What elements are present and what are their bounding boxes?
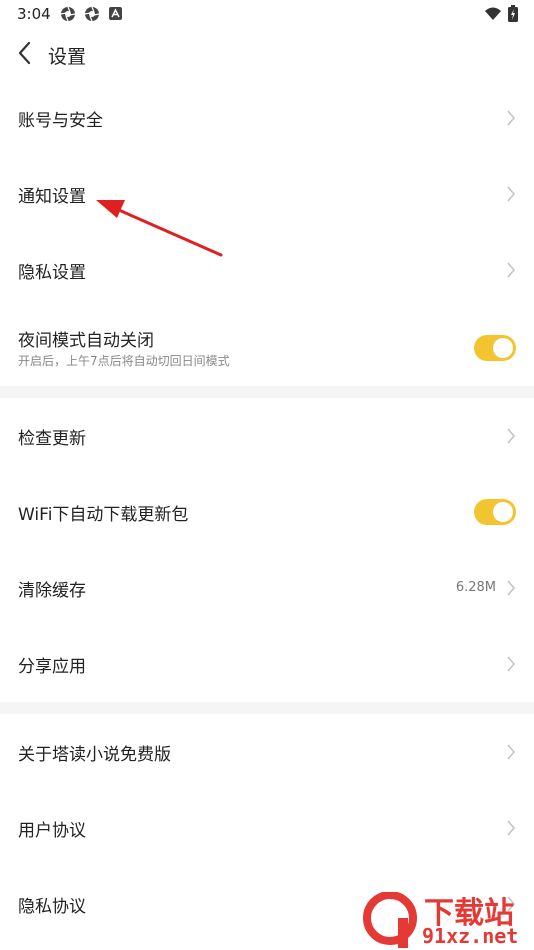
status-bar: 3:04 [0, 0, 534, 28]
chevron-right-icon [507, 262, 516, 278]
row-label: 账号与安全 [18, 111, 103, 131]
battery-icon [508, 5, 518, 22]
row-subtitle: 开启后，上午7点后将自动切回日间模式 [18, 354, 230, 368]
app-header: 设置 [0, 28, 534, 80]
chevron-right-icon [507, 428, 516, 444]
aperture-notification-icon [84, 6, 100, 22]
aperture-notification-icon [60, 6, 76, 22]
page-title: 设置 [48, 46, 87, 68]
row-label: 检查更新 [18, 429, 86, 449]
row-label: 清除缓存 [18, 581, 86, 601]
row-label: 分享应用 [18, 657, 86, 677]
settings-row-wifi-auto-download: WiFi下自动下载更新包 [0, 474, 534, 550]
chevron-right-icon [507, 580, 516, 596]
toggle-knob [493, 502, 513, 522]
row-label: 关于塔读小说免费版 [18, 745, 171, 765]
chevron-right-icon [507, 820, 516, 836]
watermark-logo-icon [363, 892, 417, 948]
chevron-right-icon [507, 656, 516, 672]
settings-row-share-app[interactable]: 分享应用 [0, 626, 534, 702]
watermark-domain: 91xz.net [422, 924, 519, 948]
settings-row-check-update[interactable]: 检查更新 [0, 398, 534, 474]
app-notification-icon [109, 7, 122, 20]
cache-size-value: 6.28M [455, 580, 496, 595]
wifi-auto-download-toggle[interactable] [474, 499, 516, 525]
status-time: 3:04 [17, 5, 51, 23]
row-label: 夜间模式自动关闭 [18, 331, 154, 351]
settings-row-clear-cache[interactable]: 清除缓存 6.28M [0, 550, 534, 626]
back-arrow-icon[interactable] [14, 40, 38, 66]
toggle-knob [493, 338, 513, 358]
row-label: 通知设置 [18, 187, 86, 207]
section-divider [0, 702, 534, 714]
chevron-right-icon [507, 744, 516, 760]
row-label: WiFi下自动下载更新包 [18, 505, 189, 525]
row-label: 用户协议 [18, 821, 86, 841]
settings-row-user-agreement[interactable]: 用户协议 [0, 790, 534, 866]
chevron-right-icon [507, 186, 516, 202]
wifi-icon [485, 7, 501, 20]
night-mode-toggle[interactable] [474, 335, 516, 361]
settings-row-about[interactable]: 关于塔读小说免费版 [0, 714, 534, 790]
section-divider [0, 386, 534, 398]
settings-row-account-security[interactable]: 账号与安全 [0, 80, 534, 156]
chevron-right-icon [507, 110, 516, 126]
row-label: 隐私协议 [18, 897, 86, 917]
settings-row-notification[interactable]: 通知设置 [0, 156, 534, 232]
row-label: 隐私设置 [18, 263, 86, 283]
settings-row-night-mode: 夜间模式自动关闭 开启后，上午7点后将自动切回日间模式 [0, 308, 534, 386]
settings-row-privacy[interactable]: 隐私设置 [0, 232, 534, 308]
watermark: 下载站 91xz.net [362, 888, 534, 950]
